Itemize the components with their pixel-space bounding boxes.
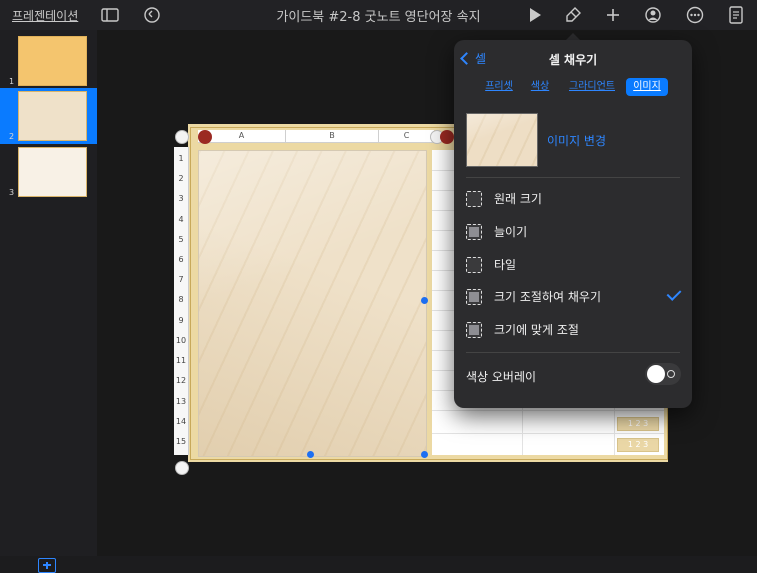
row-resize-handle[interactable] [175, 461, 189, 475]
review-badge: 1 2 3 [617, 438, 659, 452]
option-scale-to-fit[interactable]: 크기에 맞게 조절 [466, 318, 680, 340]
toggle-off-indicator [667, 370, 675, 378]
row-header[interactable]: 10 [174, 336, 188, 345]
play-icon[interactable] [525, 5, 545, 25]
divider [466, 177, 680, 178]
add-slide-button[interactable] [38, 558, 56, 573]
popover-arrow [566, 33, 580, 40]
option-scale-to-fill[interactable]: 크기 조절하여 채우기 [466, 285, 682, 307]
review-badge: 1 2 3 [617, 417, 659, 431]
row-header[interactable]: 15 [174, 437, 188, 446]
slide-thumbnail-3[interactable]: 3 [0, 144, 97, 200]
column-header[interactable]: C [379, 130, 434, 142]
slide-preview [18, 36, 87, 86]
selection-handle[interactable] [421, 297, 428, 304]
slide-navigator: 1 2 3 [0, 30, 97, 573]
tab-preset[interactable]: 프리셋 [481, 78, 517, 96]
tab-gradient[interactable]: 그라디언트 [566, 78, 618, 96]
scale-to-fill-icon [466, 289, 482, 305]
option-stretch[interactable]: 늘이기 [466, 220, 680, 242]
row-header[interactable]: 6 [174, 255, 188, 264]
option-label: 원래 크기 [494, 192, 542, 206]
row-header[interactable]: 12 [174, 376, 188, 385]
slide-preview [18, 91, 87, 141]
row-header-column: 1 2 3 4 5 6 7 8 9 10 11 12 13 14 15 [174, 147, 189, 455]
decorative-ring [440, 130, 454, 144]
table-select-handle[interactable] [175, 130, 189, 144]
document-options-icon[interactable] [726, 5, 746, 25]
option-label: 크기에 맞게 조절 [494, 323, 579, 337]
selection-handle[interactable] [307, 451, 314, 458]
stretch-icon [466, 224, 482, 240]
option-label: 늘이기 [494, 225, 528, 239]
row-header[interactable]: 14 [174, 417, 188, 426]
row-header[interactable]: 2 [174, 174, 188, 183]
row-header[interactable]: 3 [174, 194, 188, 203]
row-header[interactable]: 1 [174, 154, 188, 163]
popover-title: 셀 채우기 [548, 53, 598, 67]
option-original-size[interactable]: 원래 크기 [466, 187, 680, 209]
grid-line [432, 433, 664, 434]
row-header[interactable]: 5 [174, 235, 188, 244]
slide-preview [18, 147, 87, 197]
cell-fill-popover: 셀 셀 채우기 프리셋 색상 그라디언트 이미지 이미지 변경 원래 크기 늘이… [454, 40, 692, 408]
slide-number: 1 [9, 77, 15, 86]
tile-icon [466, 257, 482, 273]
row-header[interactable]: 4 [174, 215, 188, 224]
tab-image[interactable]: 이미지 [626, 78, 668, 96]
format-brush-icon[interactable] [563, 5, 583, 25]
toggle-knob [647, 365, 665, 383]
slide-thumbnail-2[interactable]: 2 [0, 88, 97, 144]
marble-image-cell[interactable] [198, 150, 427, 457]
fill-image-preview[interactable] [466, 113, 538, 167]
divider [466, 352, 680, 353]
top-toolbar: 프레젠테이션 가이드북 #2-8 굿노트 영단어장 속지 [0, 0, 757, 30]
row-header[interactable]: 13 [174, 397, 188, 406]
row-header[interactable]: 9 [174, 316, 188, 325]
grid-line [432, 410, 664, 411]
row-header[interactable]: 11 [174, 356, 188, 365]
column-header[interactable]: B [286, 130, 379, 142]
change-image-button[interactable]: 이미지 변경 [547, 132, 606, 149]
option-tile[interactable]: 타일 [466, 253, 680, 275]
selection-handle[interactable] [421, 451, 428, 458]
option-label: 타일 [494, 258, 517, 272]
original-size-icon [466, 191, 482, 207]
decorative-ring [198, 130, 212, 144]
row-header[interactable]: 7 [174, 275, 188, 284]
color-overlay-toggle[interactable] [645, 363, 681, 385]
column-header-row: A B C [198, 130, 434, 143]
color-overlay-label: 색상 오버레이 [466, 370, 537, 384]
more-icon[interactable] [685, 5, 705, 25]
scale-to-fit-icon [466, 322, 482, 338]
slide-number: 3 [9, 188, 15, 197]
slide-number: 2 [9, 132, 15, 141]
row-header[interactable]: 8 [174, 295, 188, 304]
tab-color[interactable]: 색상 [527, 78, 553, 96]
add-icon[interactable] [603, 5, 623, 25]
checkmark-icon [666, 286, 682, 301]
collaborate-icon[interactable] [643, 5, 663, 25]
option-label: 크기 조절하여 채우기 [494, 290, 601, 304]
slide-thumbnail-1[interactable]: 1 [0, 33, 97, 89]
